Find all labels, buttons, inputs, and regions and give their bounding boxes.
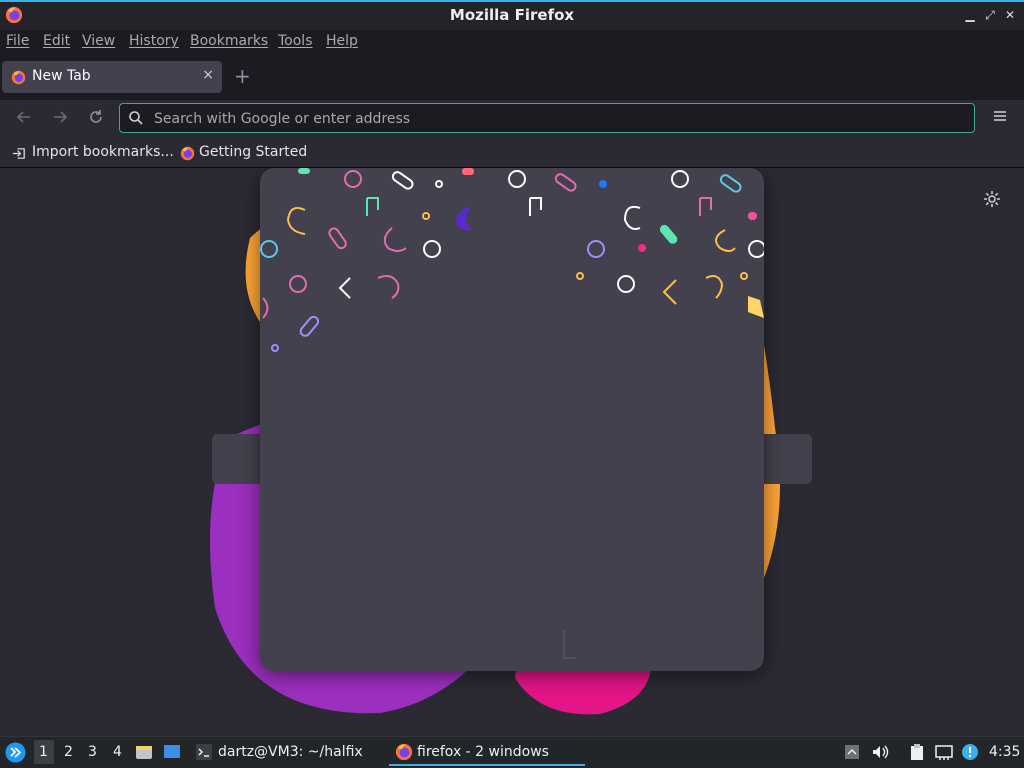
- forward-arrow-icon: [54, 111, 68, 123]
- tab-new-tab[interactable]: New Tab ×: [2, 61, 222, 93]
- system-taskbar: 1 2 3 4 dartz@VM3: ~/halfix firefox - 2 …: [0, 736, 1024, 768]
- close-window-button[interactable]: ✕: [1002, 7, 1018, 23]
- new-tab-page: [0, 168, 1024, 736]
- active-task-indicator: [389, 764, 585, 766]
- clipboard-icon[interactable]: [908, 743, 926, 761]
- bookmark-import[interactable]: Import bookmarks...: [32, 144, 174, 160]
- window-title: Mozilla Firefox: [449, 6, 575, 24]
- menu-view[interactable]: View: [82, 33, 115, 49]
- menu-tools[interactable]: Tools: [278, 33, 313, 49]
- task-firefox[interactable]: firefox - 2 windows: [417, 744, 549, 760]
- reload-button[interactable]: [85, 108, 107, 130]
- gear-icon: [984, 191, 1000, 207]
- workspace-2[interactable]: 2: [64, 744, 73, 760]
- menu-bar: File Edit View History Bookmarks Tools H…: [0, 30, 1024, 52]
- menu-history[interactable]: History: [129, 33, 179, 49]
- network-icon[interactable]: [935, 743, 953, 761]
- navigation-toolbar: [0, 100, 1024, 138]
- tab-label: New Tab: [32, 68, 91, 84]
- reload-icon: [90, 110, 102, 123]
- dialog-handle: [563, 630, 576, 659]
- notifications-icon[interactable]: [961, 743, 979, 761]
- clock[interactable]: 4:35: [989, 744, 1020, 760]
- menu-edit[interactable]: Edit: [43, 33, 70, 49]
- app-launcher-icon[interactable]: [5, 742, 26, 763]
- workspace-3[interactable]: 3: [88, 744, 97, 760]
- file-manager-icon[interactable]: [135, 743, 153, 761]
- desktop-icon[interactable]: [163, 743, 181, 761]
- firefox-icon: [180, 146, 195, 161]
- menu-file[interactable]: File: [6, 33, 29, 49]
- bookmark-getting-started[interactable]: Getting Started: [199, 144, 307, 160]
- back-arrow-icon: [16, 111, 30, 123]
- import-icon: [12, 148, 25, 159]
- volume-icon[interactable]: [871, 743, 889, 761]
- terminal-icon: [196, 744, 212, 760]
- hamburger-menu-icon: [994, 111, 1006, 121]
- url-bar[interactable]: [119, 103, 975, 133]
- forward-button[interactable]: [49, 108, 71, 130]
- maximize-button[interactable]: ⤢: [982, 7, 998, 23]
- back-button[interactable]: [13, 108, 35, 130]
- confetti-decoration: [260, 168, 764, 352]
- url-input[interactable]: [152, 107, 956, 131]
- tab-strip: New Tab × +: [0, 54, 1024, 100]
- welcome-dialog: [260, 168, 764, 671]
- window-titlebar[interactable]: Mozilla Firefox ▁ ⤢ ✕: [0, 0, 1024, 30]
- minimize-button[interactable]: ▁: [962, 7, 978, 23]
- bookmarks-toolbar: Import bookmarks... Getting Started: [0, 138, 1024, 168]
- menu-help[interactable]: Help: [326, 33, 358, 49]
- tray-expand-icon[interactable]: [843, 743, 861, 761]
- search-icon: [129, 111, 143, 125]
- tab-close-icon[interactable]: ×: [202, 67, 214, 83]
- firefox-icon: [11, 70, 26, 85]
- task-terminal[interactable]: dartz@VM3: ~/halfix: [218, 744, 363, 760]
- workspace-4[interactable]: 4: [113, 744, 122, 760]
- menu-bookmarks[interactable]: Bookmarks: [190, 33, 268, 49]
- workspace-1[interactable]: 1: [39, 744, 48, 760]
- firefox-icon: [395, 743, 413, 761]
- new-tab-button[interactable]: +: [234, 64, 251, 88]
- app-menu-button[interactable]: [990, 108, 1010, 128]
- settings-gear-icon[interactable]: [982, 189, 1002, 209]
